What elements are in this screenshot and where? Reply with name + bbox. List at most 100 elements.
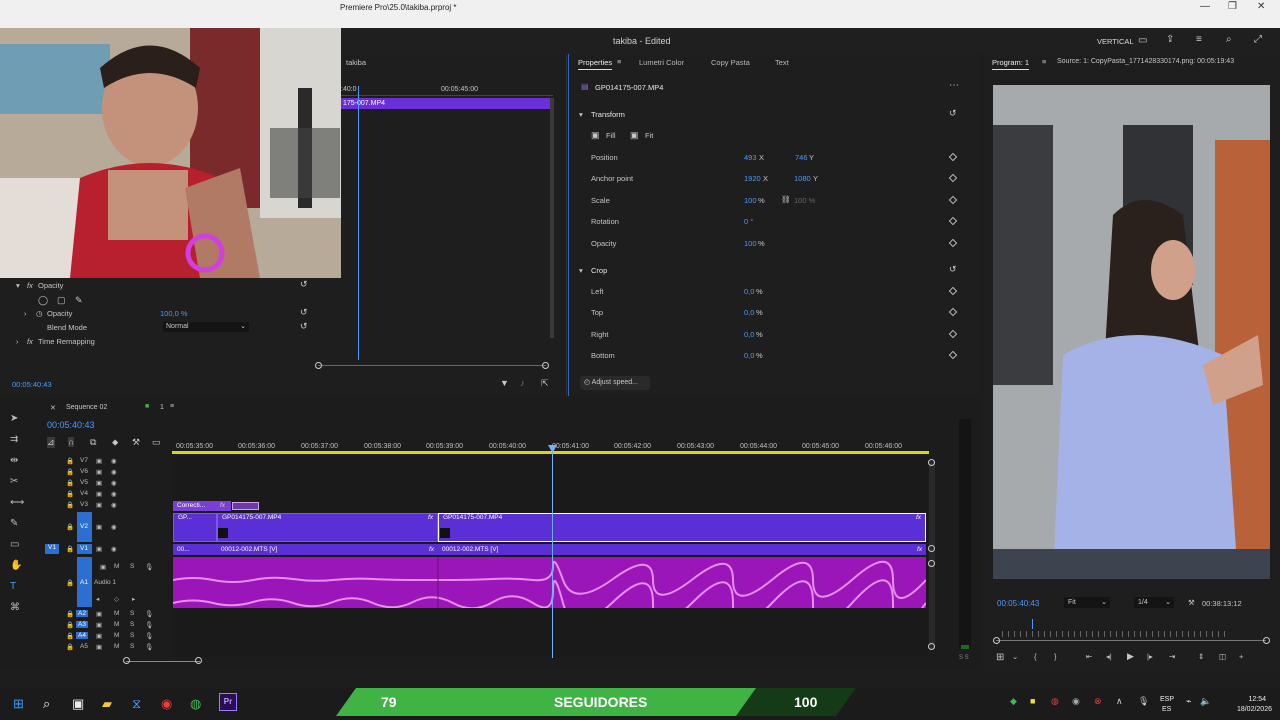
work-area-bar[interactable] <box>172 451 929 454</box>
sequence-tab[interactable]: Sequence 02 <box>66 404 107 411</box>
captions-icon[interactable]: ▭ <box>152 437 161 448</box>
pen-icon[interactable]: ✎ <box>10 518 18 529</box>
track-header-a1-keyframes[interactable]: ◂ ◇ ▸ <box>44 595 172 606</box>
tray-icon[interactable]: ◍ <box>1051 696 1059 707</box>
task-view-icon[interactable]: ▣ <box>72 696 84 712</box>
a1-audio-clip[interactable] <box>172 557 927 627</box>
chevron-up-icon[interactable]: ∧ <box>1116 696 1123 707</box>
track-select-icon[interactable]: ⇉ <box>10 434 18 445</box>
premiere-pro-icon[interactable]: Pr <box>219 693 237 711</box>
opacity-value[interactable]: 100,0 % <box>160 309 188 318</box>
vscroll-handle-top[interactable] <box>928 459 935 466</box>
fill-icon[interactable]: ▣ <box>591 130 600 141</box>
menu-icon[interactable]: ≡ <box>1042 57 1046 66</box>
crop-right-value[interactable]: 0,0 <box>744 330 754 339</box>
track-header-v5[interactable]: 🔒 V5 ▣ ◉ <box>44 479 172 490</box>
hand-icon[interactable]: ✋ <box>10 560 22 571</box>
anchor-x-value[interactable]: 1920 <box>744 174 761 183</box>
track-header-a3[interactable]: 🔒 A3 ▣ M S 🎙 <box>44 621 172 632</box>
v2-clip-b[interactable]: GP014175-007.MP4 fx <box>438 513 926 542</box>
step-forward-icon[interactable]: |▸ <box>1147 652 1153 661</box>
razor-icon[interactable]: ✂ <box>10 476 18 487</box>
marker-icon[interactable]: ⬥ <box>112 437 118 448</box>
hscroll-handle-left[interactable] <box>123 657 130 664</box>
hscroll-handle-right[interactable] <box>195 657 202 664</box>
maximize-button[interactable]: ❐ <box>1228 1 1237 12</box>
vscroll-handle-bottom[interactable] <box>928 643 935 650</box>
go-to-in-icon[interactable]: ⇤ <box>1086 652 1092 661</box>
track-header-a1[interactable]: 🔒 A1 Audio 1 <box>44 579 172 590</box>
tray-icon[interactable]: ⊗ <box>1094 696 1102 707</box>
track-header-v2[interactable]: 🔒 V2 ▣ ◉ <box>44 523 172 534</box>
v2-clip-a[interactable]: GP014175-007.MP4 fx <box>217 513 438 542</box>
network-icon[interactable]: ⌁ <box>1186 696 1191 707</box>
v1-clip-short[interactable]: 00... <box>173 544 217 555</box>
fit-icon[interactable]: ▣ <box>630 130 639 141</box>
vscroll-handle-mid[interactable] <box>928 545 935 552</box>
program-scrubber[interactable] <box>996 640 1266 641</box>
menu-icon[interactable]: ≡ <box>617 57 621 66</box>
clock-time[interactable]: 12:54 <box>1226 696 1266 703</box>
resolution-select[interactable]: 1/4 ⌄ <box>1134 597 1174 608</box>
opacity-prop-expand[interactable]: › <box>24 309 27 318</box>
fit-label[interactable]: Fit <box>645 131 653 140</box>
program-ruler[interactable] <box>1002 631 1227 637</box>
track-header-a5[interactable]: 🔒 A5 ▣ M S 🎙 <box>44 643 172 654</box>
effect-ruler[interactable]: :40:0 00:05:45:00 <box>341 86 553 96</box>
keyframe-icon[interactable] <box>948 329 958 339</box>
scale-value[interactable]: 100 <box>744 196 757 205</box>
reset-icon[interactable]: ↺ <box>949 264 957 275</box>
fit-select[interactable]: Fit ⌄ <box>1064 597 1110 608</box>
zoom-handle-right[interactable] <box>1263 637 1270 644</box>
track-header-v6[interactable]: 🔒 V6 ▣ ◉ <box>44 468 172 479</box>
file-explorer-icon[interactable]: ▰ <box>102 696 112 712</box>
mic-icon[interactable]: 🎙 <box>1138 696 1149 707</box>
zoom-handle-right[interactable] <box>542 362 549 369</box>
linked-icon[interactable]: ⧉ <box>90 437 96 448</box>
slip-icon[interactable]: ⟷ <box>10 497 24 508</box>
v1-clip-a[interactable]: 00012-002.MTS [V] fx <box>217 544 438 555</box>
add-icon[interactable]: + <box>1239 652 1243 661</box>
keyframe-icon[interactable] <box>948 195 958 205</box>
v1-clip-b[interactable]: 00012-002.MTS [V] fx <box>438 544 926 555</box>
tray-icon[interactable]: ◉ <box>1072 696 1080 707</box>
search-icon[interactable]: ⌕ <box>1226 34 1232 45</box>
export-frame-icon[interactable]: ◫ <box>1219 652 1226 661</box>
step-back-icon[interactable]: ◂| <box>1106 652 1112 661</box>
transform-expand[interactable]: ▾ <box>579 110 583 119</box>
zoom-handle-left[interactable] <box>993 637 1000 644</box>
fill-label[interactable]: Fill <box>606 131 616 140</box>
effect-clip-bar[interactable]: 175-007.MP4 <box>341 98 551 109</box>
mark-in-icon[interactable]: { <box>1034 652 1037 661</box>
source-label[interactable]: Source: 1: CopyPasta_1771428330174.png: … <box>1057 58 1234 65</box>
wrench-icon[interactable]: ⚒ <box>1188 598 1195 607</box>
magnet-icon[interactable]: ∩ <box>68 437 75 447</box>
opacity-expand[interactable]: ▾ <box>16 281 20 290</box>
search-icon[interactable]: ⌕ <box>43 696 50 712</box>
crop-top-value[interactable]: 0,0 <box>744 308 754 317</box>
go-to-out-icon[interactable]: ⇥ <box>1169 652 1175 661</box>
keyframe-icon[interactable] <box>948 286 958 296</box>
program-video-frame[interactable] <box>993 85 1270 579</box>
program-playhead[interactable] <box>1032 619 1033 629</box>
timeline-timecode[interactable]: 00:05:40:43 <box>47 420 95 430</box>
keyframe-icon[interactable] <box>948 152 958 162</box>
more-icon[interactable]: ⋯ <box>949 80 959 91</box>
clock-date[interactable]: 18/02/2026 <box>1226 706 1272 713</box>
keyframe-icon[interactable] <box>948 350 958 360</box>
volume-icon[interactable]: 🔈 <box>1200 696 1211 707</box>
tray-icon[interactable]: ■ <box>1030 696 1035 706</box>
effect-playhead[interactable] <box>358 86 359 360</box>
selection-tool-icon[interactable]: ➤ <box>10 413 18 424</box>
keyframe-icon[interactable] <box>948 173 958 183</box>
wrench-icon[interactable]: ⚒ <box>132 437 140 448</box>
rectangle-mask-icon[interactable]: ▢ <box>57 295 66 306</box>
type-tool-icon[interactable]: T <box>10 581 16 592</box>
chevron-down-icon[interactable]: ⌄ <box>1012 652 1018 661</box>
position-x-value[interactable]: 493 <box>744 153 757 162</box>
fullscreen-icon[interactable]: ⤢ <box>1254 34 1262 45</box>
reset-icon[interactable]: ↺ <box>949 108 957 119</box>
mark-out-icon[interactable]: } <box>1054 652 1057 661</box>
share-icon[interactable]: ⇪ <box>1166 34 1174 45</box>
pen-mask-icon[interactable]: ✎ <box>75 295 83 306</box>
